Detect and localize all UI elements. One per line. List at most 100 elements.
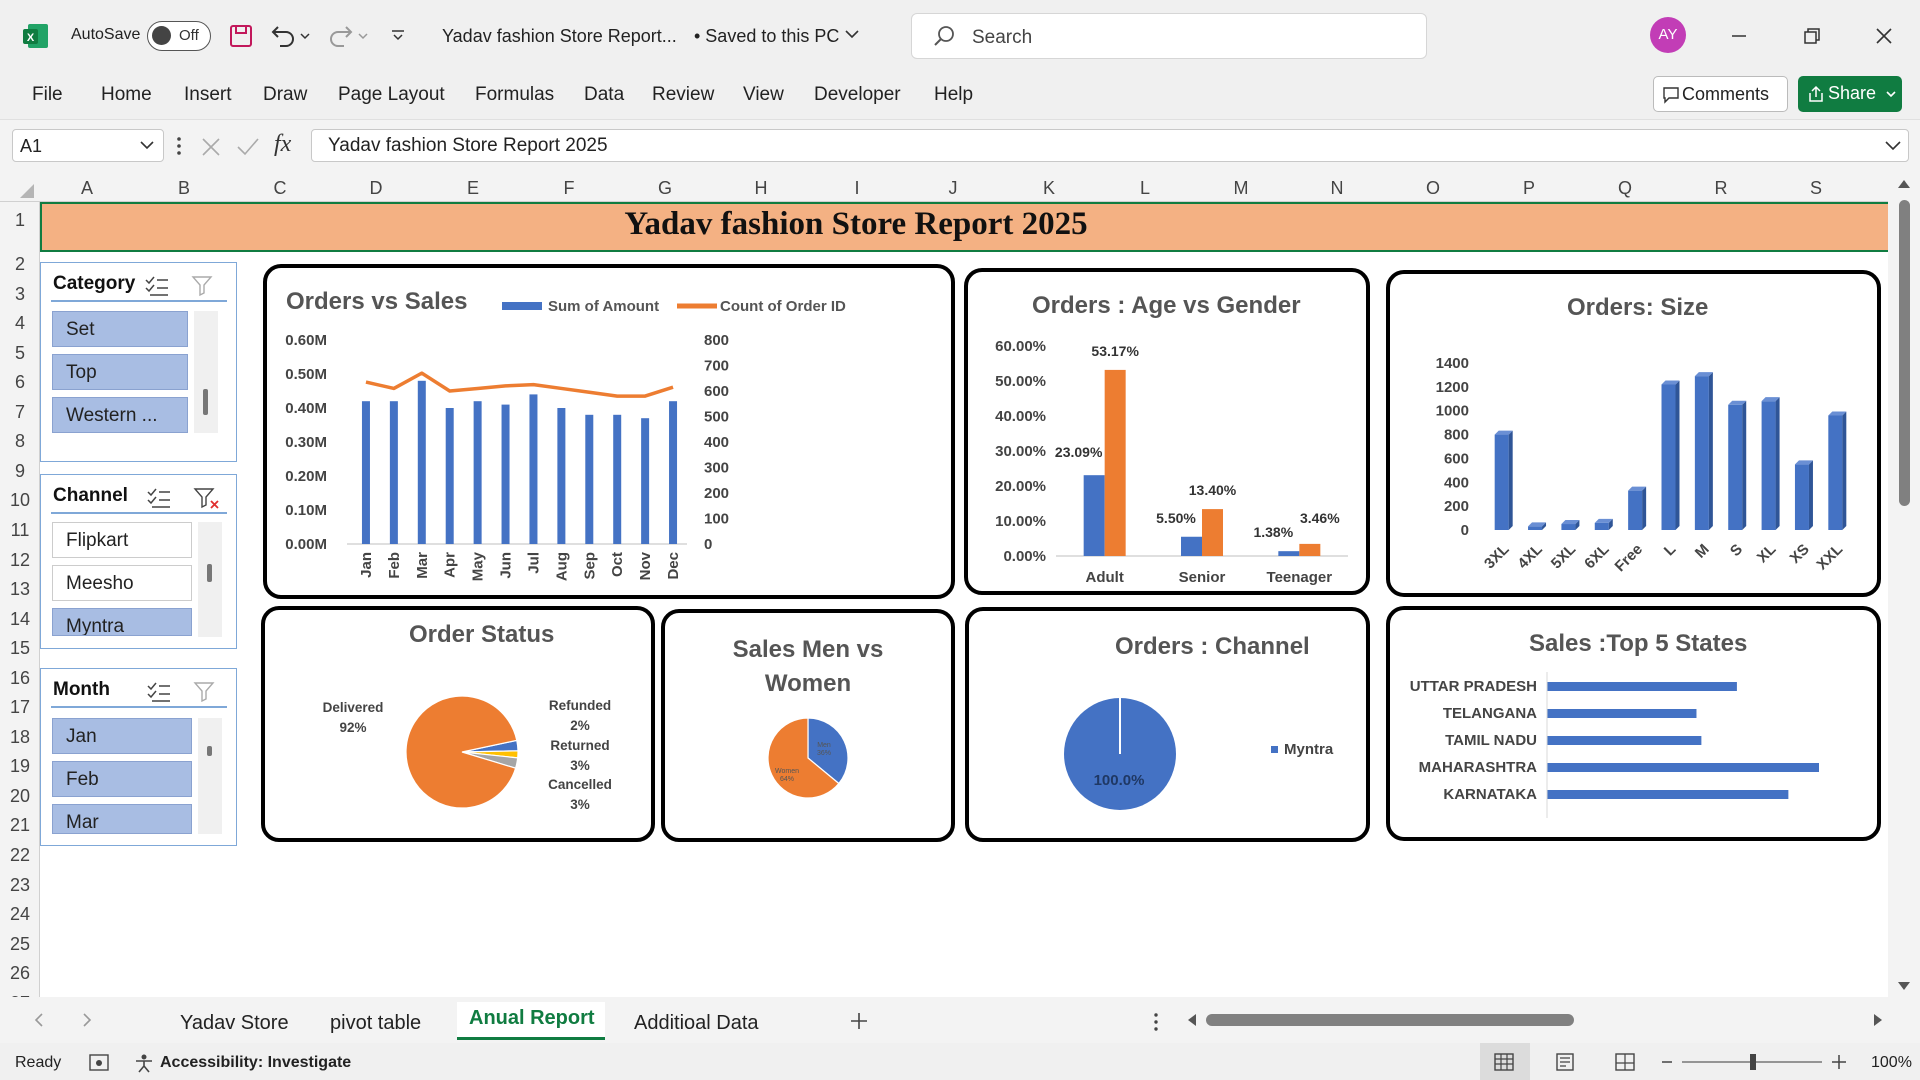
column-header-B[interactable]: B	[164, 178, 204, 199]
row-header-15[interactable]: 15	[0, 638, 40, 659]
sheet-tab-pivot-table[interactable]: pivot table	[330, 1012, 421, 1035]
scroll-down-icon[interactable]	[1897, 980, 1911, 992]
row-header-1[interactable]: 1	[0, 210, 40, 231]
row-header-12[interactable]: 12	[0, 550, 40, 571]
slicer-month-scrollbar[interactable]	[198, 718, 222, 834]
row-header-5[interactable]: 5	[0, 343, 40, 364]
tab-developer[interactable]: Developer	[814, 84, 901, 106]
row-header-26[interactable]: 26	[0, 963, 40, 984]
clear-filter-icon[interactable]	[193, 486, 221, 512]
card-orders-vs-sales[interactable]: Orders vs Sales Sum of Amount Count of O…	[263, 264, 955, 599]
row-header-11[interactable]: 11	[0, 520, 40, 541]
row-header-23[interactable]: 23	[0, 875, 40, 896]
row-header-3[interactable]: 3	[0, 284, 40, 305]
card-age-gender[interactable]: Orders : Age vs Gender 0.00% 10.00% 20.00%…	[964, 268, 1370, 595]
prev-sheet-icon[interactable]	[32, 1012, 46, 1028]
tab-formulas[interactable]: Formulas	[475, 84, 554, 106]
tab-review[interactable]: Review	[652, 84, 714, 106]
chevron-down-icon[interactable]	[844, 28, 860, 42]
card-channel[interactable]: Orders : Channel 100.0% Myntra	[965, 607, 1370, 842]
horizontal-scrollbar[interactable]	[1186, 1010, 1886, 1030]
row-header-16[interactable]: 16	[0, 668, 40, 689]
tab-insert[interactable]: Insert	[184, 84, 232, 106]
column-header-C[interactable]: C	[260, 178, 300, 199]
row-header-10[interactable]: 10	[0, 490, 40, 511]
add-sheet-icon[interactable]	[849, 1011, 869, 1031]
column-header-M[interactable]: M	[1221, 178, 1261, 199]
slicer-item-meesho[interactable]: Meesho	[52, 565, 192, 601]
row-header-9[interactable]: 9	[0, 461, 40, 482]
slicer-item-flipkart[interactable]: Flipkart	[52, 522, 192, 558]
column-header-A[interactable]: A	[67, 178, 107, 199]
more-options-icon[interactable]	[174, 135, 184, 157]
scroll-left-icon[interactable]	[1186, 1013, 1198, 1027]
vertical-scroll-thumb[interactable]	[1899, 200, 1910, 506]
column-header-F[interactable]: F	[549, 178, 589, 199]
column-header-Q[interactable]: Q	[1605, 178, 1645, 199]
column-header-D[interactable]: D	[356, 178, 396, 199]
slicer-item-top[interactable]: Top	[52, 354, 188, 390]
restore-icon[interactable]	[1802, 26, 1822, 46]
slicer-month[interactable]: Month Jan Feb Mar	[40, 668, 237, 846]
next-sheet-icon[interactable]	[80, 1012, 94, 1028]
autosave-toggle[interactable]: Off	[147, 21, 211, 51]
horizontal-scroll-thumb[interactable]	[1206, 1014, 1574, 1026]
row-header-21[interactable]: 21	[0, 815, 40, 836]
row-header-8[interactable]: 8	[0, 431, 40, 452]
row-header-25[interactable]: 25	[0, 934, 40, 955]
macro-record-icon[interactable]	[88, 1053, 110, 1073]
row-header-22[interactable]: 22	[0, 845, 40, 866]
slicer-item-western[interactable]: Western ...	[52, 397, 188, 433]
row-header-17[interactable]: 17	[0, 697, 40, 718]
card-size[interactable]: Orders: Size 0 200 400 600 800 1000 1200 1400 3X…	[1386, 270, 1881, 597]
slicer-item-mar[interactable]: Mar	[52, 804, 192, 834]
column-header-E[interactable]: E	[453, 178, 493, 199]
clear-filter-icon[interactable]	[193, 680, 219, 704]
save-icon[interactable]	[228, 23, 254, 49]
scroll-right-icon[interactable]	[1872, 1013, 1884, 1027]
row-header-4[interactable]: 4	[0, 313, 40, 334]
row-header-7[interactable]: 7	[0, 402, 40, 423]
confirm-entry-icon[interactable]	[236, 136, 260, 158]
row-header-2[interactable]: 2	[0, 254, 40, 275]
column-header-L[interactable]: L	[1125, 178, 1165, 199]
minimize-icon[interactable]	[1729, 26, 1749, 46]
share-button[interactable]: Share	[1798, 76, 1902, 112]
cancel-entry-icon[interactable]	[200, 136, 222, 158]
sheet-tab-anual-report[interactable]: Anual Report	[469, 1007, 595, 1030]
tab-help[interactable]: Help	[934, 84, 973, 106]
column-header-N[interactable]: N	[1317, 178, 1357, 199]
tab-draw[interactable]: Draw	[263, 84, 307, 106]
tab-view[interactable]: View	[743, 84, 784, 106]
row-header-13[interactable]: 13	[0, 579, 40, 600]
tab-data[interactable]: Data	[584, 84, 624, 106]
card-order-status[interactable]: Order Status Delivered 92% Refunded 2% Retur…	[261, 606, 655, 842]
row-header-18[interactable]: 18	[0, 727, 40, 748]
select-all-icon[interactable]	[14, 182, 36, 200]
multi-select-icon[interactable]	[146, 487, 172, 509]
row-header-20[interactable]: 20	[0, 786, 40, 807]
column-header-H[interactable]: H	[741, 178, 781, 199]
normal-view-icon[interactable]	[1493, 1052, 1515, 1072]
name-box[interactable]: A1	[12, 129, 164, 162]
column-header-G[interactable]: G	[645, 178, 685, 199]
column-header-S[interactable]: S	[1796, 178, 1836, 199]
tab-file[interactable]: File	[32, 84, 63, 106]
row-header-19[interactable]: 19	[0, 756, 40, 777]
multi-select-icon[interactable]	[146, 681, 172, 703]
close-icon[interactable]	[1874, 26, 1894, 46]
slicer-item-feb[interactable]: Feb	[52, 761, 192, 797]
column-header-K[interactable]: K	[1029, 178, 1069, 199]
save-status[interactable]: • Saved to this PC	[694, 26, 839, 47]
zoom-slider[interactable]	[1660, 1051, 1850, 1073]
avatar[interactable]: AY	[1650, 17, 1686, 53]
more-options-icon[interactable]	[1152, 1012, 1160, 1032]
redo-icon[interactable]	[326, 22, 370, 50]
slicer-item-jan[interactable]: Jan	[52, 718, 192, 754]
slicer-item-set[interactable]: Set	[52, 311, 188, 347]
comments-button[interactable]: Comments	[1653, 76, 1788, 112]
slicer-category[interactable]: Category Set Top Western ...	[40, 262, 237, 462]
customize-toolbar-icon[interactable]	[390, 28, 406, 44]
accessibility-status[interactable]: Accessibility: Investigate	[160, 1054, 351, 1072]
tab-home[interactable]: Home	[101, 84, 152, 106]
